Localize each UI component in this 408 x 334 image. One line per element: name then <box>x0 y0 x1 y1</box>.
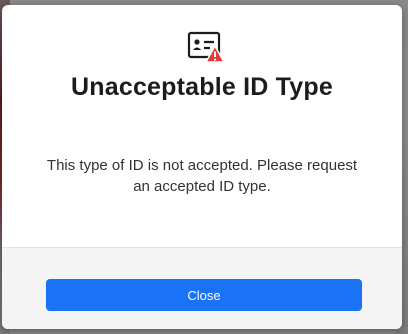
unacceptable-id-dialog: Unacceptable ID Type This type of ID is … <box>2 5 402 329</box>
dialog-title: Unacceptable ID Type <box>71 73 333 101</box>
close-button[interactable]: Close <box>46 279 362 311</box>
id-card-warning-icon <box>186 30 226 64</box>
dialog-body: Unacceptable ID Type This type of ID is … <box>2 5 402 247</box>
dialog-footer: Close <box>2 247 402 329</box>
dialog-message: This type of ID is not accepted. Please … <box>46 157 358 195</box>
